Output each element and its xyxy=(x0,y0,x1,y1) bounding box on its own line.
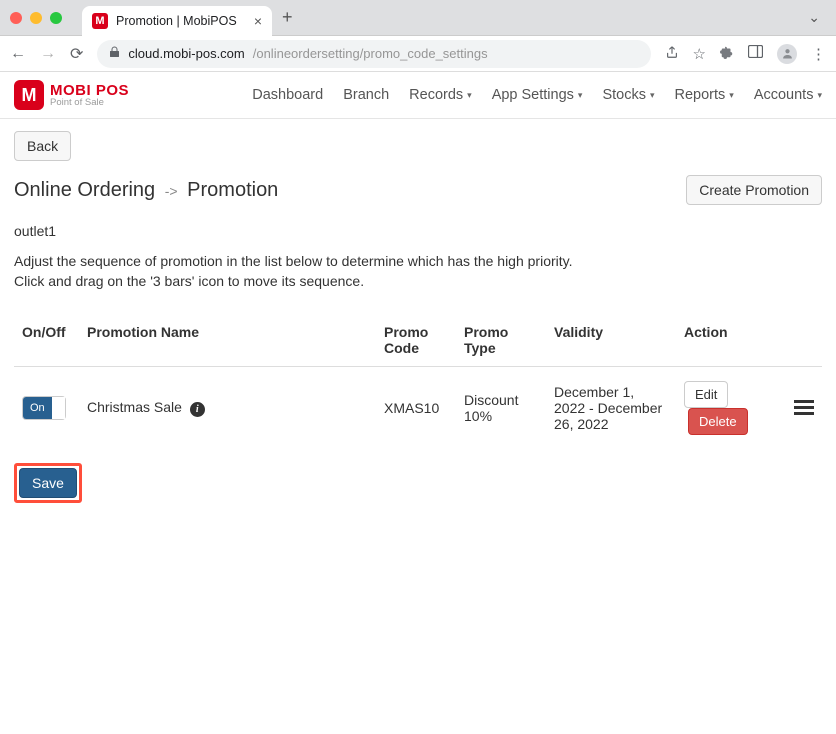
delete-button[interactable]: Delete xyxy=(688,408,748,435)
breadcrumb-arrow: -> xyxy=(165,183,178,199)
back-button[interactable]: Back xyxy=(14,131,71,161)
header-action: Action xyxy=(676,314,786,367)
caret-down-icon: ▾ xyxy=(729,90,734,101)
toggle-knob xyxy=(52,397,65,419)
panel-icon[interactable] xyxy=(748,45,763,62)
create-promotion-button[interactable]: Create Promotion xyxy=(686,175,822,205)
page-body: Back Online Ordering -> Promotion Create… xyxy=(0,119,836,515)
caret-down-icon: ▾ xyxy=(817,90,822,101)
window-close[interactable] xyxy=(10,12,22,24)
extensions-icon[interactable] xyxy=(720,45,734,63)
nav-reports[interactable]: Reports▾ xyxy=(675,87,734,103)
info-icon[interactable]: i xyxy=(190,402,205,417)
toggle-on-label: On xyxy=(23,397,52,419)
window-controls xyxy=(10,12,62,24)
header-code: Promo Code xyxy=(376,314,456,367)
main-nav: Dashboard Branch Records▾ App Settings▾ … xyxy=(252,87,822,103)
new-tab-button[interactable]: + xyxy=(282,7,293,28)
lock-icon xyxy=(109,46,120,61)
window-maximize[interactable] xyxy=(50,12,62,24)
promo-code: XMAS10 xyxy=(376,366,456,449)
logo-text-sub: Point of Sale xyxy=(50,98,129,108)
url-path: /onlineordersetting/promo_code_settings xyxy=(253,46,488,61)
back-icon[interactable]: ← xyxy=(10,45,26,63)
breadcrumb-page: Promotion xyxy=(187,179,278,201)
nav-branch[interactable]: Branch xyxy=(343,87,389,103)
star-icon[interactable]: ☆ xyxy=(693,45,706,63)
browser-tab[interactable]: M Promotion | MobiPOS × xyxy=(82,6,272,36)
chevron-down-icon[interactable]: ⌄ xyxy=(808,9,820,26)
onoff-toggle[interactable]: On xyxy=(22,396,66,420)
nav-dashboard[interactable]: Dashboard xyxy=(252,87,323,103)
promo-validity: December 1, 2022 - December 26, 2022 xyxy=(546,366,676,449)
logo-text-main: MOBI POS xyxy=(50,83,129,98)
caret-down-icon: ▾ xyxy=(650,90,655,101)
page-title: Online Ordering -> Promotion xyxy=(14,179,278,202)
header-validity: Validity xyxy=(546,314,676,367)
caret-down-icon: ▾ xyxy=(467,90,472,101)
header-drag xyxy=(786,314,822,367)
breadcrumb-section: Online Ordering xyxy=(14,179,155,201)
promotion-name: Christmas Sale xyxy=(87,399,182,415)
forward-icon[interactable]: → xyxy=(40,45,56,63)
header-onoff: On/Off xyxy=(14,314,79,367)
close-icon[interactable]: × xyxy=(254,13,262,29)
instructions-line-2: Click and drag on the '3 bars' icon to m… xyxy=(14,271,822,291)
browser-right-icons: ☆ ⋮ xyxy=(665,44,826,64)
favicon-icon: M xyxy=(92,13,108,29)
save-highlight: Save xyxy=(14,463,82,503)
caret-down-icon: ▾ xyxy=(578,90,583,101)
menu-icon[interactable]: ⋮ xyxy=(811,45,826,63)
share-icon[interactable] xyxy=(665,45,679,63)
browser-address-bar: ← → ⟳ cloud.mobi-pos.com/onlineordersett… xyxy=(0,36,836,72)
nav-app-settings[interactable]: App Settings▾ xyxy=(492,87,583,103)
header-name: Promotion Name xyxy=(79,314,376,367)
nav-stocks[interactable]: Stocks▾ xyxy=(602,87,654,103)
url-host: cloud.mobi-pos.com xyxy=(128,46,244,61)
header-type: Promo Type xyxy=(456,314,546,367)
promotion-table: On/Off Promotion Name Promo Code Promo T… xyxy=(14,314,822,449)
reload-icon[interactable]: ⟳ xyxy=(70,44,83,64)
table-row: On Christmas Sale i XMAS10 Discount 10% … xyxy=(14,366,822,449)
instructions-line-1: Adjust the sequence of promotion in the … xyxy=(14,251,822,271)
promo-type: Discount 10% xyxy=(456,366,546,449)
logo[interactable]: M MOBI POS Point of Sale xyxy=(14,80,129,110)
nav-records[interactable]: Records▾ xyxy=(409,87,472,103)
outlet-label: outlet1 xyxy=(14,223,822,239)
url-field[interactable]: cloud.mobi-pos.com/onlineordersetting/pr… xyxy=(97,40,650,68)
drag-handle-icon[interactable] xyxy=(794,400,814,415)
edit-button[interactable]: Edit xyxy=(684,381,728,408)
window-minimize[interactable] xyxy=(30,12,42,24)
nav-accounts[interactable]: Accounts▾ xyxy=(754,87,822,103)
instructions: Adjust the sequence of promotion in the … xyxy=(14,251,822,292)
app-header: M MOBI POS Point of Sale Dashboard Branc… xyxy=(0,72,836,119)
profile-icon[interactable] xyxy=(777,44,797,64)
browser-tab-bar: M Promotion | MobiPOS × + ⌄ xyxy=(0,0,836,36)
tab-title: Promotion | MobiPOS xyxy=(116,14,246,28)
logo-mark-icon: M xyxy=(14,80,44,110)
save-button[interactable]: Save xyxy=(19,468,77,498)
